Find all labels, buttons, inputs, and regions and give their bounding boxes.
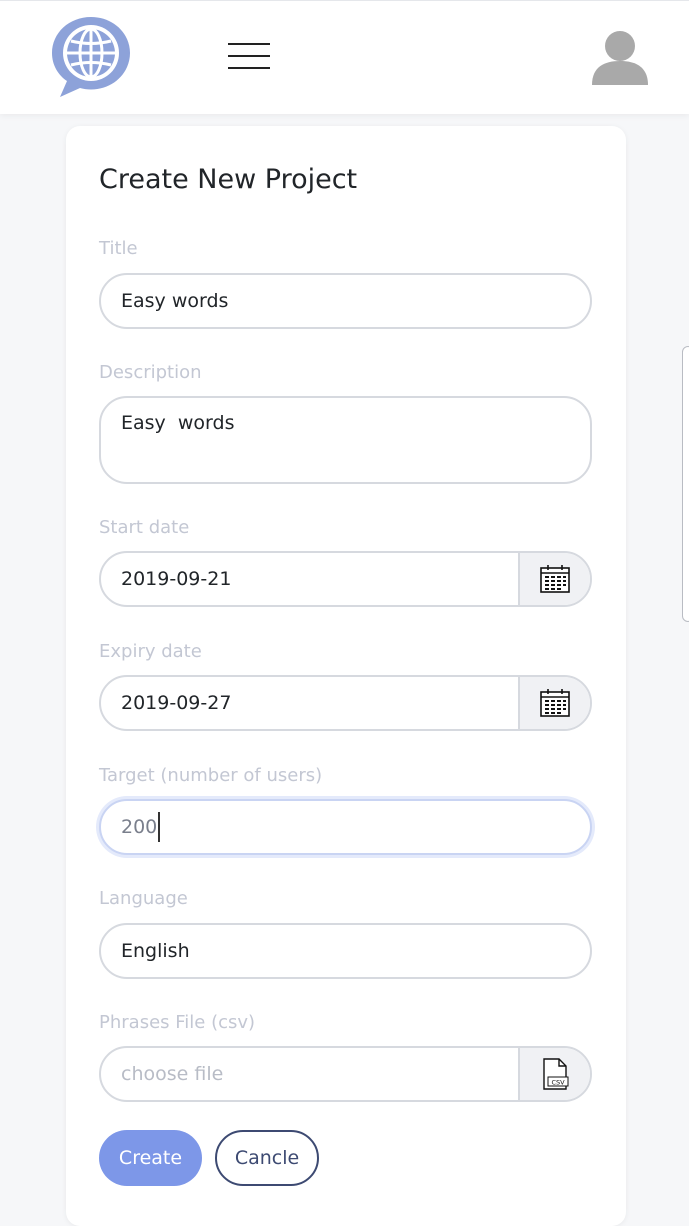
expiry-date-calendar-button[interactable] — [518, 677, 590, 729]
resize-handle-icon[interactable] — [584, 472, 592, 480]
user-avatar-icon[interactable] — [588, 25, 652, 89]
phrases-file-label: Phrases File (csv) — [99, 1012, 256, 1033]
expiry-date-value: 2019-09-27 — [121, 692, 232, 714]
cancel-button[interactable]: Cancle — [215, 1130, 319, 1186]
csv-file-button[interactable]: CSV — [518, 1048, 590, 1100]
start-date-label: Start date — [99, 517, 190, 538]
description-value: Easy words — [121, 412, 235, 434]
title-label: Title — [99, 238, 138, 259]
target-label: Target (number of users) — [99, 765, 323, 786]
start-date-input[interactable]: 2019-09-21 — [99, 551, 592, 607]
expiry-date-input[interactable]: 2019-09-27 — [99, 675, 592, 731]
phrases-file-input[interactable]: choose file CSV — [99, 1046, 592, 1102]
target-input[interactable]: 200 — [99, 799, 592, 855]
create-project-card: Create New Project Title Easy words Desc… — [66, 126, 626, 1226]
target-value: 200 — [121, 816, 158, 838]
language-input[interactable]: English — [99, 923, 592, 979]
create-button[interactable]: Create — [99, 1130, 202, 1186]
title-input[interactable]: Easy words — [99, 273, 592, 329]
description-textarea[interactable]: Easy words — [99, 396, 592, 484]
phrases-file-placeholder: choose file — [121, 1063, 224, 1085]
expiry-date-label: Expiry date — [99, 641, 202, 662]
top-navbar — [0, 0, 689, 114]
csv-icon-text: CSV — [551, 1079, 565, 1087]
side-panel-edge[interactable] — [682, 346, 689, 622]
title-input-value: Easy words — [121, 290, 229, 312]
start-date-calendar-button[interactable] — [518, 553, 590, 605]
language-label: Language — [99, 888, 188, 909]
text-cursor — [158, 812, 161, 842]
globe-chat-bubble-icon[interactable] — [48, 13, 134, 99]
csv-file-icon: CSV — [543, 1058, 569, 1090]
calendar-icon — [540, 565, 570, 593]
calendar-icon — [540, 689, 570, 717]
description-label: Description — [99, 362, 202, 383]
language-value: English — [121, 940, 190, 962]
hamburger-menu-icon[interactable] — [228, 41, 274, 71]
page-title: Create New Project — [99, 164, 358, 195]
start-date-value: 2019-09-21 — [121, 568, 232, 590]
